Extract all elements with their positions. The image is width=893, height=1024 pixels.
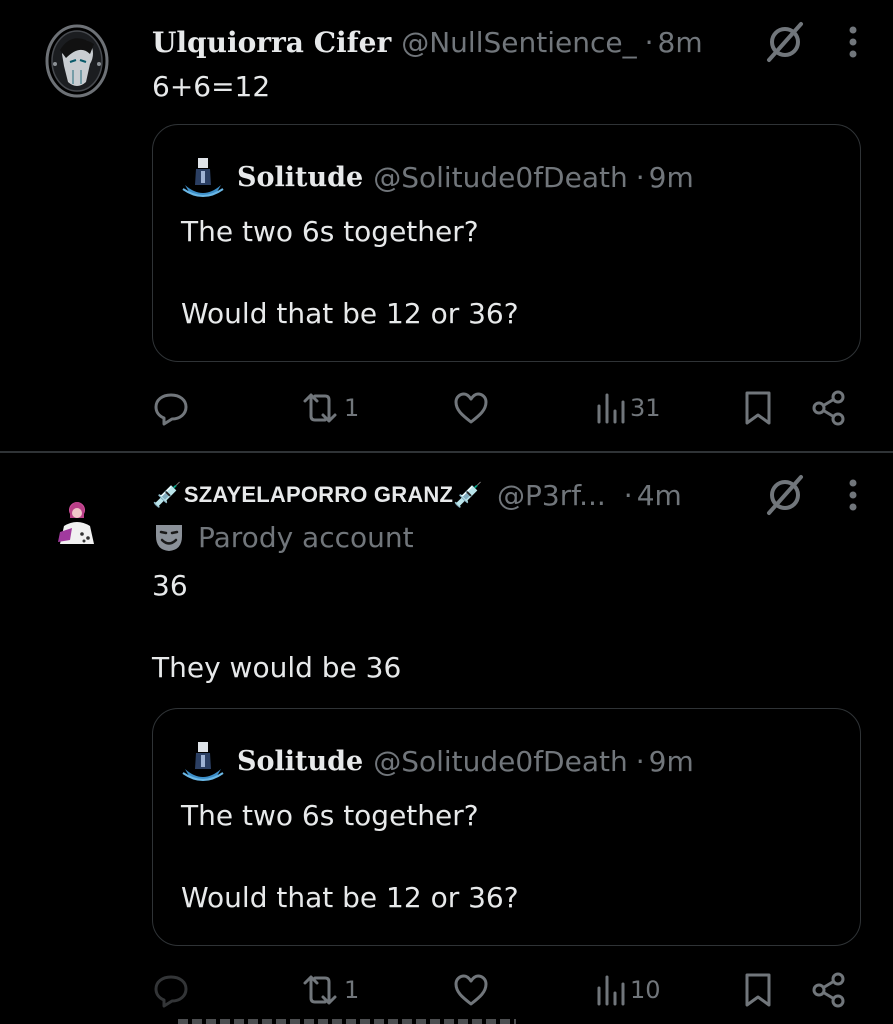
- grok-icon: [767, 475, 803, 515]
- avatar[interactable]: [40, 488, 114, 562]
- separator-dot: ·: [644, 25, 654, 59]
- quoted-timestamp[interactable]: 9m: [649, 745, 694, 778]
- repost-icon: [303, 975, 337, 1005]
- quoted-post[interactable]: Solitude @Solitude0fDeath · 9m The two 6…: [152, 708, 861, 946]
- post-header: Ulquiorra Cifer @NullSentience_ · 8m: [152, 20, 863, 64]
- heart-icon: [454, 974, 488, 1006]
- bookmark-button[interactable]: [742, 968, 774, 1012]
- quoted-text-line: The two 6s together?: [181, 799, 479, 832]
- repost-count: 1: [344, 394, 360, 422]
- separator-dot: ·: [623, 478, 633, 512]
- quoted-text-line: Would that be 12 or 36?: [181, 297, 519, 330]
- separator-dot: ·: [635, 744, 645, 778]
- post-header: 💉 SZAYELAPORRO GRANZ 💉 @P3rf... · 4m: [152, 473, 863, 517]
- quoted-display-name[interactable]: Solitude: [237, 746, 363, 777]
- post-actions: 1 10: [152, 968, 852, 1012]
- parody-label: Parody account: [152, 520, 414, 554]
- post-text: 36 They would be 36: [152, 565, 853, 688]
- grok-button[interactable]: [763, 473, 807, 517]
- more-vertical-icon: [849, 479, 857, 511]
- figure-avatar[interactable]: [181, 155, 225, 199]
- share-icon: [812, 390, 845, 426]
- syringe-emoji: 💉: [152, 481, 182, 509]
- parody-account-text: Parody account: [198, 520, 414, 554]
- post-actions: 1 31: [152, 386, 852, 430]
- quoted-text-line: Would that be 12 or 36?: [181, 881, 519, 914]
- post-text: 6+6=12: [152, 70, 271, 103]
- post-timestamp[interactable]: 8m: [658, 26, 703, 59]
- syringe-emoji: 💉: [453, 481, 484, 509]
- more-options-button[interactable]: [843, 20, 863, 64]
- avatar[interactable]: [40, 24, 114, 98]
- timeline-feed: Ulquiorra Cifer @NullSentience_ · 8m 6+6…: [0, 0, 893, 1024]
- share-button[interactable]: [810, 968, 848, 1012]
- more-vertical-icon: [849, 26, 857, 58]
- repost-button[interactable]: 1: [300, 968, 359, 1012]
- display-name[interactable]: SZAYELAPORRO GRANZ: [184, 482, 453, 508]
- views-button[interactable]: 10: [596, 968, 661, 1012]
- grok-button[interactable]: [763, 20, 807, 64]
- views-chart-icon: [597, 975, 625, 1006]
- user-handle[interactable]: @NullSentience_: [401, 26, 636, 59]
- figure-avatar[interactable]: [181, 739, 225, 783]
- quoted-post-header: Solitude @Solitude0fDeath · 9m: [181, 739, 694, 783]
- like-button[interactable]: [452, 386, 494, 430]
- post[interactable]: 💉 SZAYELAPORRO GRANZ 💉 @P3rf... · 4m Par…: [0, 453, 893, 1024]
- quoted-user-handle[interactable]: @Solitude0fDeath: [373, 161, 628, 194]
- quoted-display-name[interactable]: Solitude: [237, 162, 363, 193]
- bookmark-icon: [745, 973, 771, 1007]
- bookmark-button[interactable]: [742, 386, 774, 430]
- quoted-post[interactable]: Solitude @Solitude0fDeath · 9m The two 6…: [152, 124, 861, 362]
- repost-button[interactable]: 1: [300, 386, 359, 430]
- grok-icon: [767, 22, 803, 62]
- repost-count: 1: [344, 976, 360, 1004]
- quoted-timestamp[interactable]: 9m: [649, 161, 694, 194]
- views-chart-icon: [597, 393, 625, 424]
- display-name[interactable]: Ulquiorra Cifer: [152, 26, 391, 59]
- post-text-line: They would be 36: [152, 651, 402, 684]
- theater-mask-icon: [156, 525, 182, 551]
- quoted-post-header: Solitude @Solitude0fDeath · 9m: [181, 155, 694, 199]
- repost-icon: [303, 393, 337, 423]
- share-icon: [812, 972, 845, 1008]
- views-count: 10: [630, 976, 661, 1004]
- more-options-button[interactable]: [843, 473, 863, 517]
- share-button[interactable]: [810, 386, 848, 430]
- quoted-post-text: The two 6s together? Would that be 12 or…: [181, 211, 832, 334]
- reply-button[interactable]: [152, 968, 194, 1012]
- post-text-line: 36: [152, 569, 188, 602]
- like-button[interactable]: [452, 968, 494, 1012]
- bookmark-icon: [745, 391, 771, 425]
- heart-icon: [454, 392, 488, 424]
- quoted-user-handle[interactable]: @Solitude0fDeath: [373, 745, 628, 778]
- reply-button[interactable]: [152, 386, 194, 430]
- next-post-edge: [178, 1019, 516, 1024]
- views-button[interactable]: 31: [596, 386, 661, 430]
- reply-icon: [154, 975, 188, 1008]
- quoted-text-line: The two 6s together?: [181, 215, 479, 248]
- separator-dot: ·: [635, 160, 645, 194]
- post-timestamp[interactable]: 4m: [637, 479, 682, 512]
- views-count: 31: [630, 394, 661, 422]
- quoted-post-text: The two 6s together? Would that be 12 or…: [181, 795, 832, 918]
- post[interactable]: Ulquiorra Cifer @NullSentience_ · 8m 6+6…: [0, 0, 893, 453]
- reply-icon: [154, 393, 188, 426]
- user-handle[interactable]: @P3rf...: [497, 479, 606, 512]
